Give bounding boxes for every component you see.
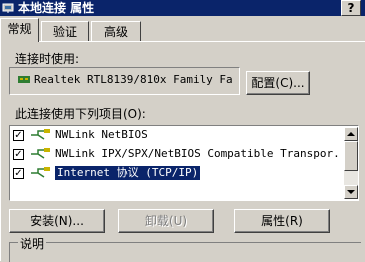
tab-general[interactable]: 常规 xyxy=(0,18,39,42)
uninstall-button-label: 卸载(U) xyxy=(144,214,188,228)
configure-button[interactable]: 配置(C)... xyxy=(246,71,310,95)
title-bar[interactable]: 本地连接 属性 ? xyxy=(0,0,365,16)
window-title: 本地连接 属性 xyxy=(18,1,95,15)
tab-advanced-label: 高级 xyxy=(103,25,128,39)
tab-general-label: 常规 xyxy=(7,22,32,36)
protocol-icon xyxy=(31,129,50,140)
configure-button-label: 配置(C)... xyxy=(251,76,305,90)
list-item-label-selected[interactable]: Internet 协议 (TCP/IP) xyxy=(53,165,202,181)
network-adapter-icon xyxy=(18,76,30,83)
checkbox-nwlink-netbios[interactable]: ✓ xyxy=(13,130,24,141)
list-item-label: NWLink NetBIOS xyxy=(55,128,148,141)
description-groupbox xyxy=(9,242,361,262)
connect-using-label: 连接时使用: xyxy=(15,52,80,66)
properties-button-label: 属性(R) xyxy=(261,214,303,228)
scroll-down-button[interactable] xyxy=(344,185,358,199)
protocol-icon xyxy=(31,148,50,159)
tab-authentication[interactable]: 验证 xyxy=(41,21,89,41)
help-button[interactable]: ? xyxy=(341,0,361,16)
scroll-up-button[interactable] xyxy=(344,127,358,141)
description-label: 说明 xyxy=(18,235,47,252)
list-item-label: NWLink IPX/SPX/NetBIOS Compatible Transp… xyxy=(55,147,340,160)
components-label: 此连接使用下列项目(O): xyxy=(15,107,146,121)
arrow-up-icon xyxy=(347,132,355,136)
uninstall-button[interactable]: 卸载(U) xyxy=(118,209,214,233)
tab-authentication-label: 验证 xyxy=(52,25,77,39)
arrow-down-icon xyxy=(347,190,355,194)
protocol-icon xyxy=(31,167,50,178)
scroll-thumb[interactable] xyxy=(344,141,358,171)
network-connection-icon xyxy=(2,3,14,13)
tab-advanced[interactable]: 高级 xyxy=(91,21,141,41)
install-button[interactable]: 安装(N)... xyxy=(9,209,105,233)
checkbox-tcpip[interactable]: ✓ xyxy=(13,168,24,179)
adapter-name: Realtek RTL8139/810x Family Fa xyxy=(34,73,233,86)
install-button-label: 安装(N)... xyxy=(30,214,84,228)
properties-button[interactable]: 属性(R) xyxy=(234,209,330,233)
checkbox-nwlink-ipx[interactable]: ✓ xyxy=(13,149,24,160)
